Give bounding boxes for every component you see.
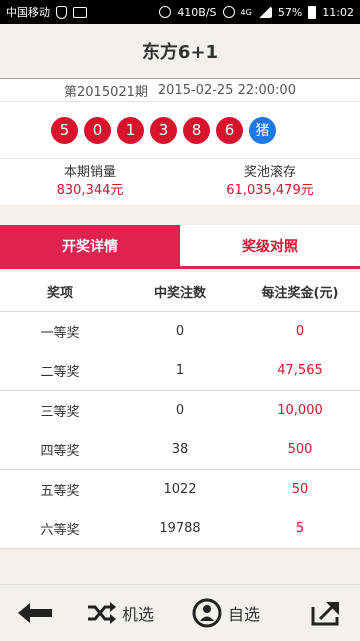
table-row: 四等奖 38 500 [0, 430, 360, 469]
pool-label: 奖池滚存 [243, 165, 296, 180]
image-icon [73, 6, 87, 18]
title-bar: 东方6+1 [0, 24, 360, 79]
self-pick-button[interactable]: 自选 [192, 598, 260, 628]
share-button[interactable] [310, 599, 342, 627]
number-ball: 1 [117, 116, 144, 144]
clock: 11:02 [322, 5, 354, 19]
sales-label: 本期销量 [63, 165, 116, 180]
column-header-count: 中奖注数 [153, 286, 206, 301]
page-title: 东方6+1 [141, 42, 219, 63]
issue-number: 第2015021期 [64, 84, 148, 100]
winner-count: 19788 [159, 521, 201, 536]
table-header: 奖项 中奖注数 每注奖金(元) [0, 272, 360, 312]
winner-count: 1 [175, 363, 185, 378]
sales-value: 830,344元 [56, 183, 124, 198]
prize-table: 奖项 中奖注数 每注奖金(元) 一等奖 0 0 二等奖 1 47,565 三等奖… [0, 272, 360, 549]
self-pick-label: 自选 [228, 605, 261, 624]
tab-prize-levels[interactable]: 奖级对照 [180, 225, 360, 266]
prize-level: 二等奖 [40, 365, 80, 380]
table-row: 二等奖 1 47,565 [0, 351, 360, 390]
table-group: 五等奖 1022 50 六等奖 19788 5 [0, 470, 360, 549]
alarm-icon [222, 6, 235, 18]
table-row: 六等奖 19788 5 [0, 509, 360, 548]
table-row: 三等奖 0 10,000 [0, 391, 360, 430]
back-button[interactable] [0, 601, 72, 625]
signal-icon [257, 6, 272, 18]
table-row: 一等奖 0 0 [0, 312, 360, 351]
number-ball: 0 [84, 116, 111, 144]
zodiac-ball: 猪 [249, 116, 276, 144]
network-speed: 410B/S [177, 5, 217, 19]
draw-stats: 本期销量 830,344元 奖池滚存 61,035,479元 [0, 158, 360, 205]
bottom-toolbar: 机选 自选 [0, 584, 360, 641]
number-ball: 6 [216, 116, 243, 144]
prize-level: 六等奖 [40, 523, 80, 538]
pool-value: 61,035,479元 [226, 183, 314, 198]
random-pick-button[interactable]: 机选 [86, 601, 154, 625]
prize-level: 一等奖 [40, 326, 80, 341]
tab-bar: 开奖详情 奖级对照 [0, 225, 360, 269]
number-ball: 5 [51, 116, 78, 144]
winner-count: 38 [171, 442, 189, 457]
table-row: 五等奖 1022 50 [0, 470, 360, 509]
arrow-left-icon [18, 603, 52, 623]
shield-icon [56, 5, 67, 19]
data-usage-icon [159, 6, 172, 18]
battery-level: 57% [277, 5, 303, 19]
user-icon [192, 598, 222, 628]
network-type: 4G [240, 7, 252, 17]
sales-stat: 本期销量 830,344元 [0, 159, 180, 205]
winning-numbers: 5 0 1 3 8 6 猪 [0, 102, 360, 158]
prize-level: 五等奖 [40, 484, 80, 499]
pool-stat: 奖池滚存 61,035,479元 [180, 159, 360, 205]
prize-amount: 500 [287, 442, 313, 457]
winner-count: 0 [175, 324, 185, 339]
prize-amount: 10,000 [277, 403, 323, 418]
prize-amount: 5 [295, 521, 305, 536]
prize-level: 三等奖 [40, 405, 80, 420]
draw-datetime: 2015-02-25 22:00:00 [157, 82, 296, 98]
status-bar: 中国移动 410B/S 4G 57% 11:02 [0, 0, 360, 24]
table-group: 三等奖 0 10,000 四等奖 38 500 [0, 391, 360, 470]
shuffle-icon [88, 602, 116, 624]
table-group: 一等奖 0 0 二等奖 1 47,565 [0, 312, 360, 391]
winner-count: 1022 [163, 482, 197, 497]
random-pick-label: 机选 [122, 605, 155, 624]
battery-icon [308, 5, 317, 19]
prize-amount: 47,565 [277, 363, 323, 378]
issue-info: 第2015021期 2015-02-25 22:00:00 [0, 79, 360, 102]
prize-amount: 0 [295, 324, 305, 339]
carrier-name: 中国移动 [6, 6, 50, 19]
share-icon [311, 602, 339, 626]
tab-draw-details[interactable]: 开奖详情 [0, 225, 180, 266]
column-header-amount: 每注奖金(元) [261, 286, 339, 301]
winner-count: 0 [175, 403, 185, 418]
prize-level: 四等奖 [40, 444, 80, 459]
prize-amount: 50 [291, 482, 309, 497]
number-ball: 8 [183, 116, 210, 144]
column-header-level: 奖项 [46, 286, 73, 301]
number-ball: 3 [150, 116, 177, 144]
